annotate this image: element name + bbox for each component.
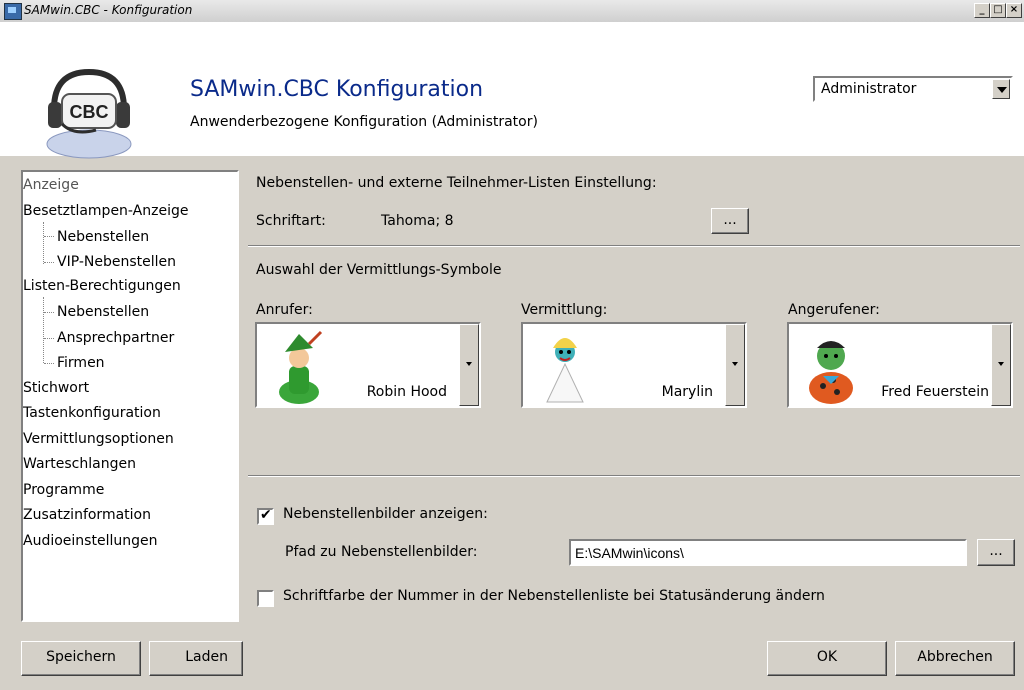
tree-connector <box>43 297 44 363</box>
tree-item-ansprechpartner[interactable]: Ansprechpartner <box>57 327 174 349</box>
image-path-label: Pfad zu Nebenstellenbilder: <box>285 544 478 560</box>
fred-feuerstein-avatar <box>809 341 853 404</box>
callee-dropdown-arrow[interactable] <box>991 324 1011 406</box>
tree-connector <box>44 312 54 313</box>
font-color-change-label: Schriftfarbe der Nummer in der Nebenstel… <box>283 588 825 604</box>
tree-item-listen-nebenstellen[interactable]: Nebenstellen <box>57 301 149 323</box>
tree-connector <box>44 262 54 263</box>
image-path-browse-button[interactable]: ... <box>977 539 1015 566</box>
tree-connector <box>44 338 54 339</box>
tree-item-stichwort[interactable]: Stichwort <box>23 377 89 399</box>
switching-label: Vermittlung: <box>521 302 608 318</box>
switching-symbol-select[interactable]: Marylin <box>521 322 747 408</box>
role-select[interactable]: Administrator <box>813 76 1013 102</box>
tree-item-tastenkonfiguration[interactable]: Tastenkonfiguration <box>23 402 161 424</box>
title-bar[interactable]: SAMwin.CBC - Konfiguration _ □ × <box>0 0 1024 23</box>
tree-item-besetztlampen-anzeige[interactable]: Besetztlampen-Anzeige <box>23 200 188 222</box>
font-browse-button[interactable]: ... <box>711 208 749 234</box>
config-window: SAMwin.CBC - Konfiguration _ □ × CBC SAM… <box>0 0 1024 690</box>
divider <box>248 245 1020 247</box>
tree-connector <box>44 236 54 237</box>
page-title: SAMwin.CBC Konfiguration <box>190 77 484 102</box>
load-button[interactable]: Laden <box>149 641 243 676</box>
caller-label: Anrufer: <box>256 302 313 318</box>
tree-item-listen-berechtigungen[interactable]: Listen-Berechtigungen <box>23 275 181 297</box>
minimize-button[interactable]: _ <box>974 3 990 18</box>
tree-item-vip-nebenstellen[interactable]: VIP-Nebenstellen <box>57 251 176 273</box>
save-button[interactable]: Speichern <box>21 641 141 676</box>
header-panel: CBC SAMwin.CBC Konfiguration Anwenderbez… <box>0 22 1024 159</box>
role-select-value: Administrator <box>821 81 917 97</box>
callee-symbol-select[interactable]: Fred Feuerstein <box>787 322 1013 408</box>
cancel-button[interactable]: Abbrechen <box>895 641 1015 676</box>
font-color-change-checkbox[interactable] <box>257 590 274 607</box>
image-path-input[interactable] <box>569 539 967 566</box>
chevron-down-icon[interactable] <box>992 79 1010 99</box>
logo-text: CBC <box>70 102 109 122</box>
app-icon <box>4 3 22 20</box>
robin-hood-avatar <box>279 330 323 404</box>
tree-item-firmen[interactable]: Firmen <box>57 352 105 374</box>
cbc-logo-icon: CBC <box>46 68 132 159</box>
caller-dropdown-arrow[interactable] <box>459 324 479 406</box>
caller-symbol-select[interactable]: Robin Hood <box>255 322 481 408</box>
tree-item-programme[interactable]: Programme <box>23 479 104 501</box>
tree-item-vermittlungsoptionen[interactable]: Vermittlungsoptionen <box>23 428 174 450</box>
tree-item-audioeinstellungen[interactable]: Audioeinstellungen <box>23 530 157 552</box>
divider <box>248 475 1020 477</box>
close-button[interactable]: × <box>1006 3 1022 18</box>
maximize-button[interactable]: □ <box>990 3 1006 18</box>
tree-item-anzeige[interactable]: Anzeige <box>23 174 79 196</box>
symbols-section-title: Auswahl der Vermittlungs-Symbole <box>256 262 502 278</box>
switching-symbol-name: Marylin <box>661 384 713 400</box>
show-images-checkbox[interactable]: ✔ <box>257 507 274 525</box>
show-images-label: Nebenstellenbilder anzeigen: <box>283 506 488 522</box>
marylin-avatar <box>546 338 584 403</box>
checkmark-icon: ✔ <box>260 507 272 523</box>
tree-item-warteschlangen[interactable]: Warteschlangen <box>23 453 136 475</box>
caller-symbol-name: Robin Hood <box>366 384 447 400</box>
tree-connector <box>44 363 54 364</box>
page-subtitle: Anwenderbezogene Konfiguration (Administ… <box>190 114 538 130</box>
tree-connector <box>43 222 44 264</box>
tree-item-zusatzinformation[interactable]: Zusatzinformation <box>23 504 151 526</box>
window-title: SAMwin.CBC - Konfiguration <box>24 3 193 17</box>
callee-symbol-name: Fred Feuerstein <box>881 384 989 400</box>
callee-label: Angerufener: <box>788 302 880 318</box>
ok-button[interactable]: OK <box>767 641 887 676</box>
list-section-title: Nebenstellen- und externe Teilnehmer-Lis… <box>256 175 657 191</box>
navigation-tree[interactable]: Anzeige Besetztlampen-Anzeige Nebenstell… <box>21 170 239 622</box>
font-value: Tahoma; 8 <box>381 213 454 229</box>
switching-dropdown-arrow[interactable] <box>725 324 745 406</box>
font-label: Schriftart: <box>256 213 326 229</box>
tree-item-nebenstellen[interactable]: Nebenstellen <box>57 226 149 248</box>
